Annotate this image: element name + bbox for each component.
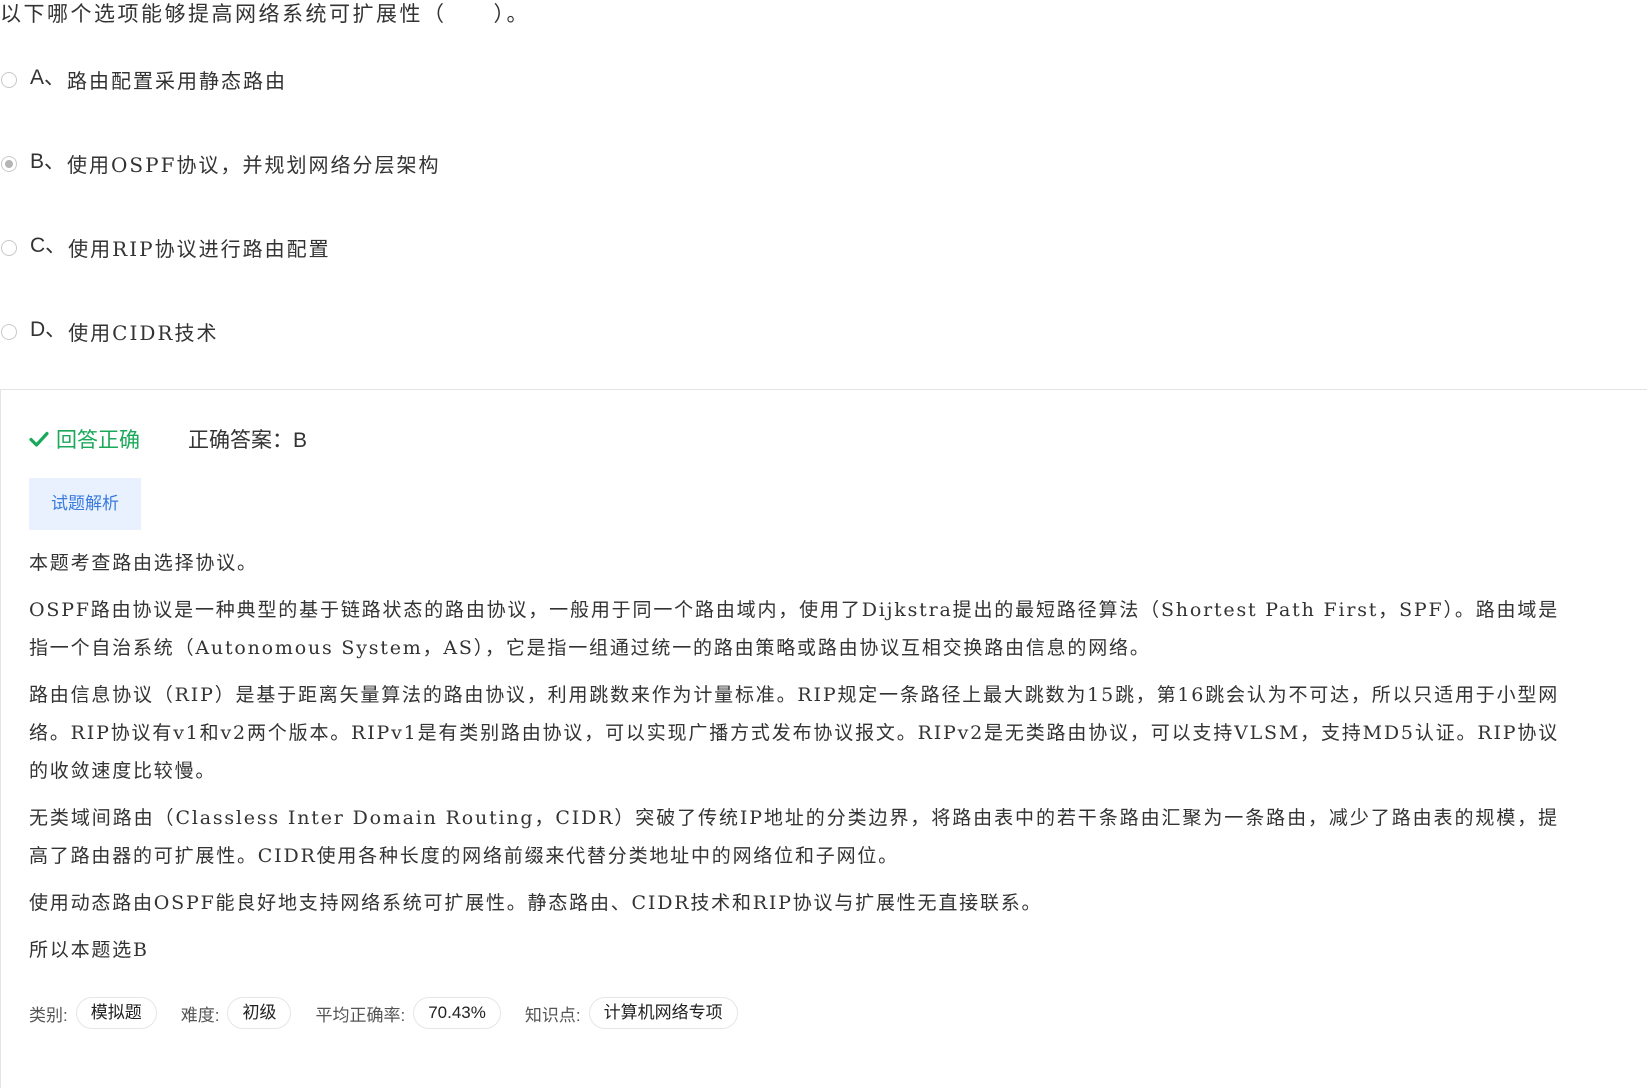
knowledge-label: 知识点: xyxy=(524,1005,581,1025)
option-b-text: 使用OSPF协议，并规划网络分层架构 xyxy=(67,153,441,177)
difficulty-label: 难度: xyxy=(180,1005,220,1025)
option-b[interactable]: B、 使用OSPF协议，并规划网络分层架构 xyxy=(0,148,900,232)
result-status: 回答正确 xyxy=(56,429,140,452)
option-a-radio[interactable] xyxy=(1,72,17,88)
option-d[interactable]: D、 使用CIDR技术 xyxy=(0,316,900,400)
analysis-paragraph: 本题考查路由选择协议。 xyxy=(29,552,258,574)
analysis-paragraph: 无类域间路由（Classless Inter Domain Routing，CI… xyxy=(29,807,1559,867)
category-badge: 模拟题 xyxy=(75,997,157,1029)
analysis-paragraph: OSPF路由协议是一种典型的基于链路状态的路由协议，一般用于同一个路由域内，使用… xyxy=(29,599,1559,659)
option-b-radio[interactable] xyxy=(1,156,17,172)
option-d-letter: D、 xyxy=(30,318,67,341)
option-a-letter: A、 xyxy=(30,66,66,89)
option-c-radio[interactable] xyxy=(1,240,17,256)
option-d-text: 使用CIDR技术 xyxy=(68,321,219,345)
question-text: 以下哪个选项能够提高网络系统可扩展性（ ）。 xyxy=(0,2,530,26)
result-row: 回答正确 正确答案：B xyxy=(29,424,307,454)
tab-analysis[interactable]: 试题解析 xyxy=(29,478,141,530)
analysis-paragraph: 路由信息协议（RIP）是基于距离矢量算法的路由协议，利用跳数来作为计量标准。RI… xyxy=(29,684,1559,782)
category-label: 类别: xyxy=(29,1005,68,1025)
correct-answer: 正确答案：B xyxy=(188,429,308,452)
analysis-content: 本题考查路由选择协议。 OSPF路由协议是一种典型的基于链路状态的路由协议，一般… xyxy=(29,544,1559,978)
option-d-radio[interactable] xyxy=(1,324,17,340)
accuracy-label: 平均正确率: xyxy=(315,1005,406,1025)
knowledge-badge[interactable]: 计算机网络专项 xyxy=(588,997,738,1029)
option-c-letter: C、 xyxy=(30,234,67,257)
option-b-letter: B、 xyxy=(30,150,66,173)
analysis-paragraph: 使用动态路由OSPF能良好地支持网络系统可扩展性。静态路由、CIDR技术和RIP… xyxy=(29,892,1043,914)
options-list: A、 路由配置采用静态路由 B、 使用OSPF协议，并规划网络分层架构 C、 使… xyxy=(0,64,900,400)
option-a[interactable]: A、 路由配置采用静态路由 xyxy=(0,64,900,148)
difficulty-badge: 初级 xyxy=(227,997,292,1029)
accuracy-badge: 70.43% xyxy=(413,997,501,1029)
option-a-text: 路由配置采用静态路由 xyxy=(67,69,288,93)
option-c[interactable]: C、 使用RIP协议进行路由配置 xyxy=(0,232,900,316)
check-icon xyxy=(29,431,49,447)
option-c-text: 使用RIP协议进行路由配置 xyxy=(68,237,331,261)
analysis-paragraph: 所以本题选B xyxy=(29,939,149,961)
meta-row: 类别: 模拟题 难度: 初级 平均正确率: 70.43% 知识点: 计算机网络专… xyxy=(29,997,762,1029)
